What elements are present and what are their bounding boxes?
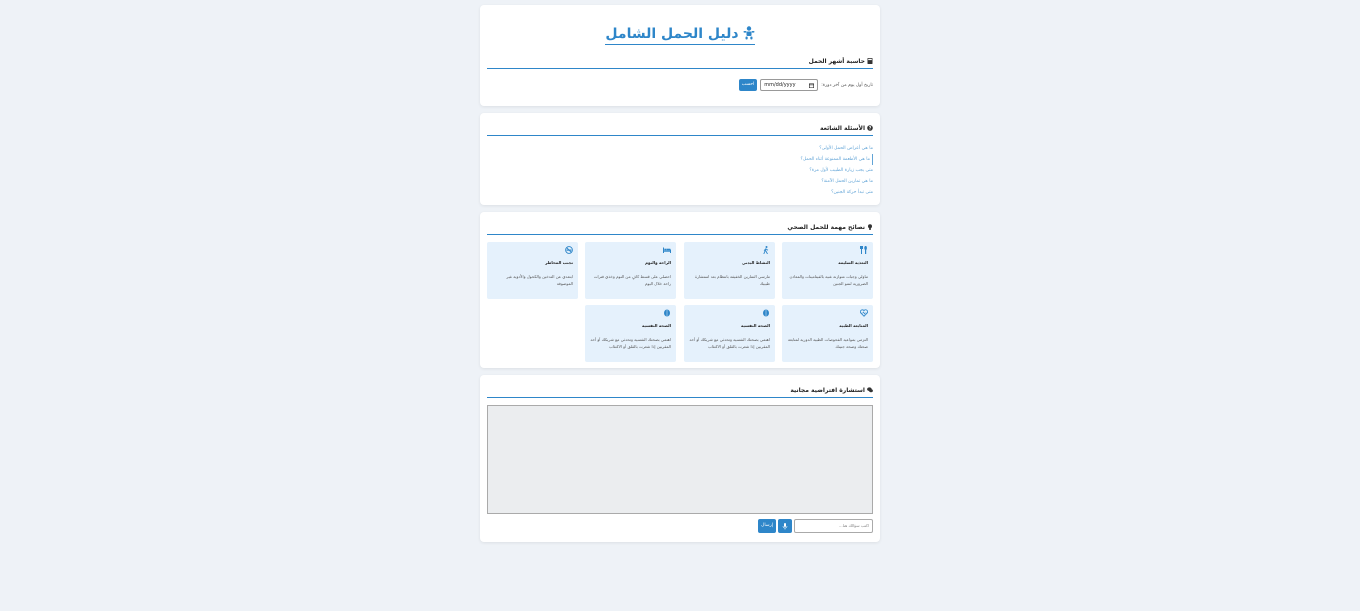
- tip-desc: تناولي وجبات متوازنة غنية بالفيتامينات و…: [789, 274, 868, 286]
- calculator-title: حاسبة أشهر الحمل: [808, 58, 865, 65]
- tip-desc: مارسي التمارين الخفيفة بانتظام بعد استشا…: [694, 274, 770, 286]
- page-title-text: دليل الحمل الشامل: [605, 26, 739, 42]
- tip-desc: احصلي على قسط كافٍ من النوم وخذي فترات ر…: [593, 274, 671, 286]
- tips-grid: التغذية السليمة تناولي وجبات متوازنة غني…: [487, 242, 873, 362]
- faq-title: الأسئلة الشائعة: [820, 125, 865, 132]
- calculator-icon: [867, 58, 873, 64]
- no-smoking-icon: [565, 246, 573, 254]
- date-placeholder: mm/dd/yyyy: [764, 82, 796, 88]
- faq-list: ما هي أعراض الحمل الأولى؟ ما هي الأطعمة …: [800, 143, 873, 198]
- faq-item[interactable]: متى يجب زيارة الطبيب لأول مرة؟: [800, 165, 873, 176]
- tip-card: النشاط البدني مارسي التمارين الخفيفة بان…: [684, 242, 775, 299]
- walking-icon: [763, 246, 769, 254]
- date-input[interactable]: mm/dd/yyyy: [760, 79, 819, 91]
- tip-title: التغذية السليمة: [838, 260, 868, 265]
- brain-icon: [763, 309, 769, 317]
- tip-card: الراحة والنوم احصلي على قسط كافٍ من النو…: [585, 242, 676, 299]
- tip-desc: ابتعدي عن التدخين والكحول والأدوية غير ا…: [506, 274, 573, 286]
- heartbeat-icon: [860, 309, 868, 317]
- lightbulb-icon: [868, 224, 872, 230]
- tip-card: الصحة النفسية اهتمي بصحتك النفسية وتحدثي…: [684, 305, 775, 362]
- voice-button[interactable]: [778, 519, 792, 533]
- microphone-icon: [782, 522, 788, 529]
- page-title-wrap: دليل الحمل الشامل: [480, 23, 880, 45]
- tip-desc: اهتمي بصحتك النفسية وتحدثي مع شريكك أو أ…: [590, 337, 671, 349]
- chat-input-row: اكتب سؤالك هنا... إرسال: [758, 519, 873, 533]
- tip-title: الصحة النفسية: [740, 323, 770, 328]
- date-label: تاريخ أول يوم من آخر دورة:: [821, 82, 873, 88]
- chat-card: استشارة افتراضية مجانية اكتب سؤالك هنا..…: [480, 375, 880, 542]
- chat-messages-area[interactable]: [487, 405, 873, 514]
- send-button[interactable]: إرسال: [758, 519, 776, 533]
- faq-item[interactable]: ما هي الأطعمة الممنوعة أثناء الحمل؟: [800, 154, 873, 165]
- calculator-row: تاريخ أول يوم من آخر دورة: mm/dd/yyyy اح…: [738, 79, 873, 91]
- tip-card: التغذية السليمة تناولي وجبات متوازنة غني…: [782, 242, 873, 299]
- tip-card: الصحة النفسية اهتمي بصحتك النفسية وتحدثي…: [585, 305, 676, 362]
- calculator-card: دليل الحمل الشامل حاسبة أشهر الحمل تاريخ…: [480, 5, 880, 106]
- tip-card: تجنب المخاطر ابتعدي عن التدخين والكحول و…: [487, 242, 578, 299]
- faq-card: ? الأسئلة الشائعة ما هي أعراض الحمل الأول…: [480, 113, 880, 205]
- bed-icon: [663, 247, 671, 253]
- brain-icon: [664, 309, 670, 317]
- tip-desc: التزمي بمواعيد الفحوصات الطبية الدورية ل…: [787, 337, 868, 349]
- chat-title: استشارة افتراضية مجانية: [790, 387, 865, 394]
- tips-card: نصائح مهمة للحمل الصحي التغذية السليمة ت…: [480, 212, 880, 368]
- chat-input[interactable]: اكتب سؤالك هنا...: [794, 519, 873, 533]
- question-circle-icon: ?: [867, 125, 873, 131]
- page-title: دليل الحمل الشامل: [605, 26, 755, 45]
- faq-heading: ? الأسئلة الشائعة: [487, 125, 873, 136]
- tip-desc: اهتمي بصحتك النفسية وتحدثي مع شريكك أو أ…: [689, 337, 770, 349]
- calendar-icon[interactable]: [809, 83, 815, 88]
- faq-item[interactable]: ما هي أعراض الحمل الأولى؟: [800, 143, 873, 154]
- tip-title: النشاط البدني: [742, 260, 770, 265]
- baby-icon: [743, 26, 755, 40]
- tip-title: تجنب المخاطر: [545, 260, 573, 265]
- faq-item[interactable]: متى تبدأ حركة الجنين؟: [800, 187, 873, 198]
- calculator-heading: حاسبة أشهر الحمل: [487, 58, 873, 69]
- svg-text:?: ?: [869, 126, 872, 131]
- tip-title: المتابعة الطبية: [839, 323, 868, 328]
- tips-heading: نصائح مهمة للحمل الصحي: [487, 224, 873, 235]
- tips-title: نصائح مهمة للحمل الصحي: [787, 224, 865, 231]
- comments-icon: [867, 387, 873, 393]
- tip-title: الراحة والنوم: [645, 260, 671, 265]
- chat-heading: استشارة افتراضية مجانية: [487, 387, 873, 398]
- tip-card: المتابعة الطبية التزمي بمواعيد الفحوصات …: [782, 305, 873, 362]
- faq-item[interactable]: ما هي تمارين الحمل الآمنة؟: [800, 176, 873, 187]
- calculate-button[interactable]: احسب: [738, 79, 758, 91]
- tip-title: الصحة النفسية: [641, 323, 671, 328]
- utensils-icon: [860, 246, 867, 254]
